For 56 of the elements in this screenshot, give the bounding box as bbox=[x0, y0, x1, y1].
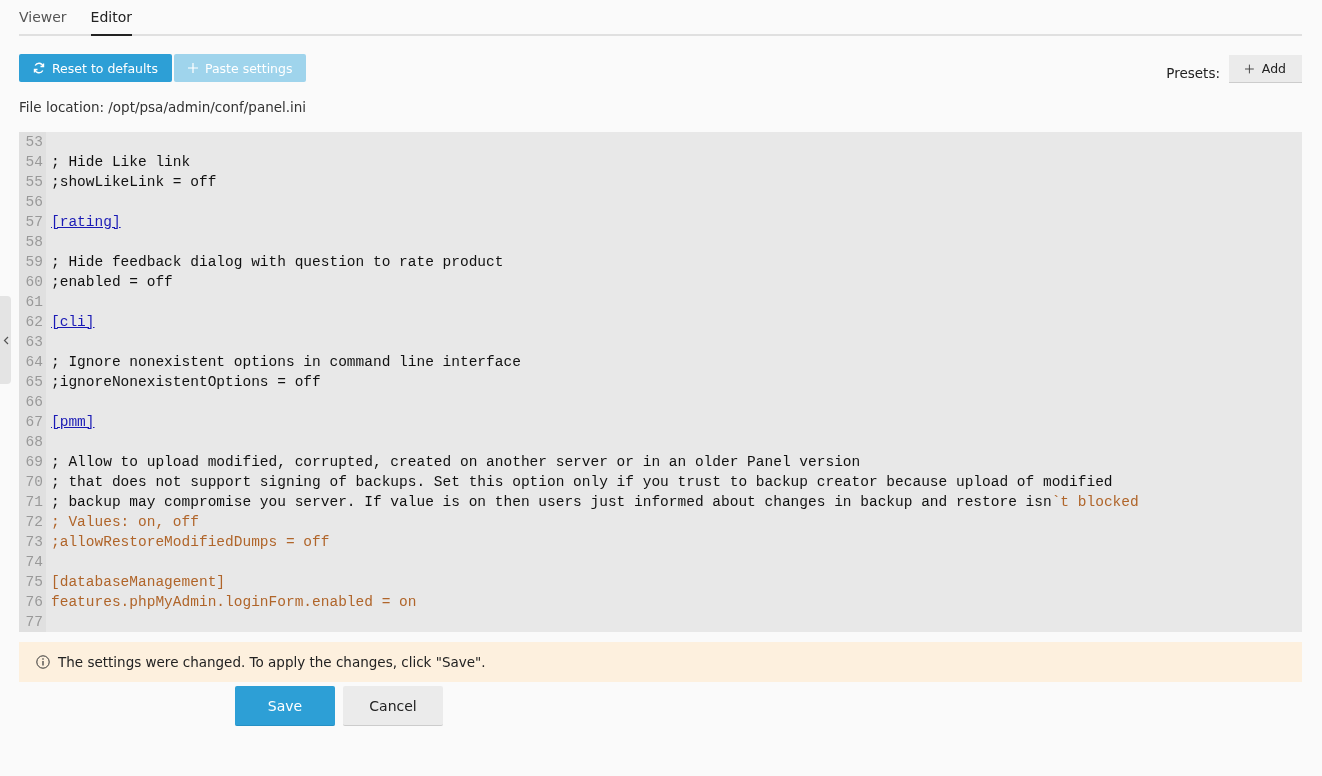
line-number: 62 bbox=[19, 312, 46, 332]
line-number: 53 bbox=[19, 132, 46, 152]
refresh-icon bbox=[33, 62, 45, 74]
code-text: ; Hide feedback dialog with question to rate product bbox=[51, 254, 504, 270]
code-text: ; Hide Like link bbox=[51, 154, 191, 170]
line-number: 65 bbox=[19, 372, 46, 392]
chevron-left-icon bbox=[2, 335, 9, 345]
line-number: 77 bbox=[19, 612, 46, 632]
plus-icon bbox=[1245, 63, 1254, 74]
tab[interactable]: Editor bbox=[90, 0, 133, 36]
add-preset-button[interactable]: Add bbox=[1229, 55, 1302, 83]
line-number: 72 bbox=[19, 512, 46, 532]
code-text: `t blocked bbox=[1051, 494, 1139, 510]
code-link[interactable]: [pmm] bbox=[51, 414, 95, 430]
line-number: 63 bbox=[19, 332, 46, 352]
line-number: 75 bbox=[19, 572, 46, 592]
tab[interactable]: Viewer bbox=[19, 0, 67, 36]
line-number: 76 bbox=[19, 592, 46, 612]
code-text: ;ignoreNonexistentOptions = off bbox=[51, 374, 321, 390]
presets-label: Presets: bbox=[1166, 65, 1220, 81]
line-number: 55 bbox=[19, 172, 46, 192]
line-number: 54 bbox=[19, 152, 46, 172]
line-number: 56 bbox=[19, 192, 46, 212]
code-link[interactable]: [cli] bbox=[51, 314, 95, 330]
line-number: 70 bbox=[19, 472, 46, 492]
line-number: 73 bbox=[19, 532, 46, 552]
line-number: 74 bbox=[19, 552, 46, 572]
file-location: File location: /opt/psa/admin/conf/panel.ini bbox=[19, 99, 308, 115]
plus-icon bbox=[187, 63, 198, 73]
line-number: 68 bbox=[19, 432, 46, 452]
code-text: ; Ignore nonexistent options in command line interface bbox=[51, 354, 521, 370]
code-text: ;enabled = off bbox=[51, 274, 173, 290]
line-number: 67 bbox=[19, 412, 46, 432]
line-number: 60 bbox=[19, 272, 46, 292]
notice-text: The settings were changed. To apply the changes, click "Save". bbox=[58, 654, 486, 670]
code-text: ; Allow to upload modified, corrupted, created on another server or in an older Panel version bbox=[51, 454, 861, 470]
code-text: ; that does not support signing of backups. Set this option only if you trust to backup creator because upload of modified bbox=[51, 474, 1113, 490]
code-text: ;allowRestoreModifiedDumps = off bbox=[51, 534, 330, 550]
line-number: 66 bbox=[19, 392, 46, 412]
code-text: ; Values: on, off bbox=[51, 514, 199, 530]
action-button[interactable]: Cancel bbox=[343, 686, 443, 726]
line-number: 69 bbox=[19, 452, 46, 472]
info-icon bbox=[36, 655, 50, 669]
code-text: ; backup may compromise you server. If value is on then users just informed about changes in backup and restore isn bbox=[51, 494, 1052, 510]
sidebar-toggle[interactable] bbox=[0, 296, 11, 384]
line-number: 64 bbox=[19, 352, 46, 372]
line-number: 59 bbox=[19, 252, 46, 272]
line-number: 57 bbox=[19, 212, 46, 232]
code-text: features.phpMyAdmin.loginForm.enabled = on bbox=[51, 594, 417, 610]
code-link[interactable]: [rating] bbox=[51, 214, 121, 230]
line-number: 61 bbox=[19, 292, 46, 312]
line-number: 71 bbox=[19, 492, 46, 512]
code-text: [databaseManagement] bbox=[51, 574, 226, 590]
line-number: 58 bbox=[19, 232, 46, 252]
code-text: ;showLikeLink = off bbox=[51, 174, 217, 190]
code-editor[interactable] bbox=[19, 132, 1302, 632]
